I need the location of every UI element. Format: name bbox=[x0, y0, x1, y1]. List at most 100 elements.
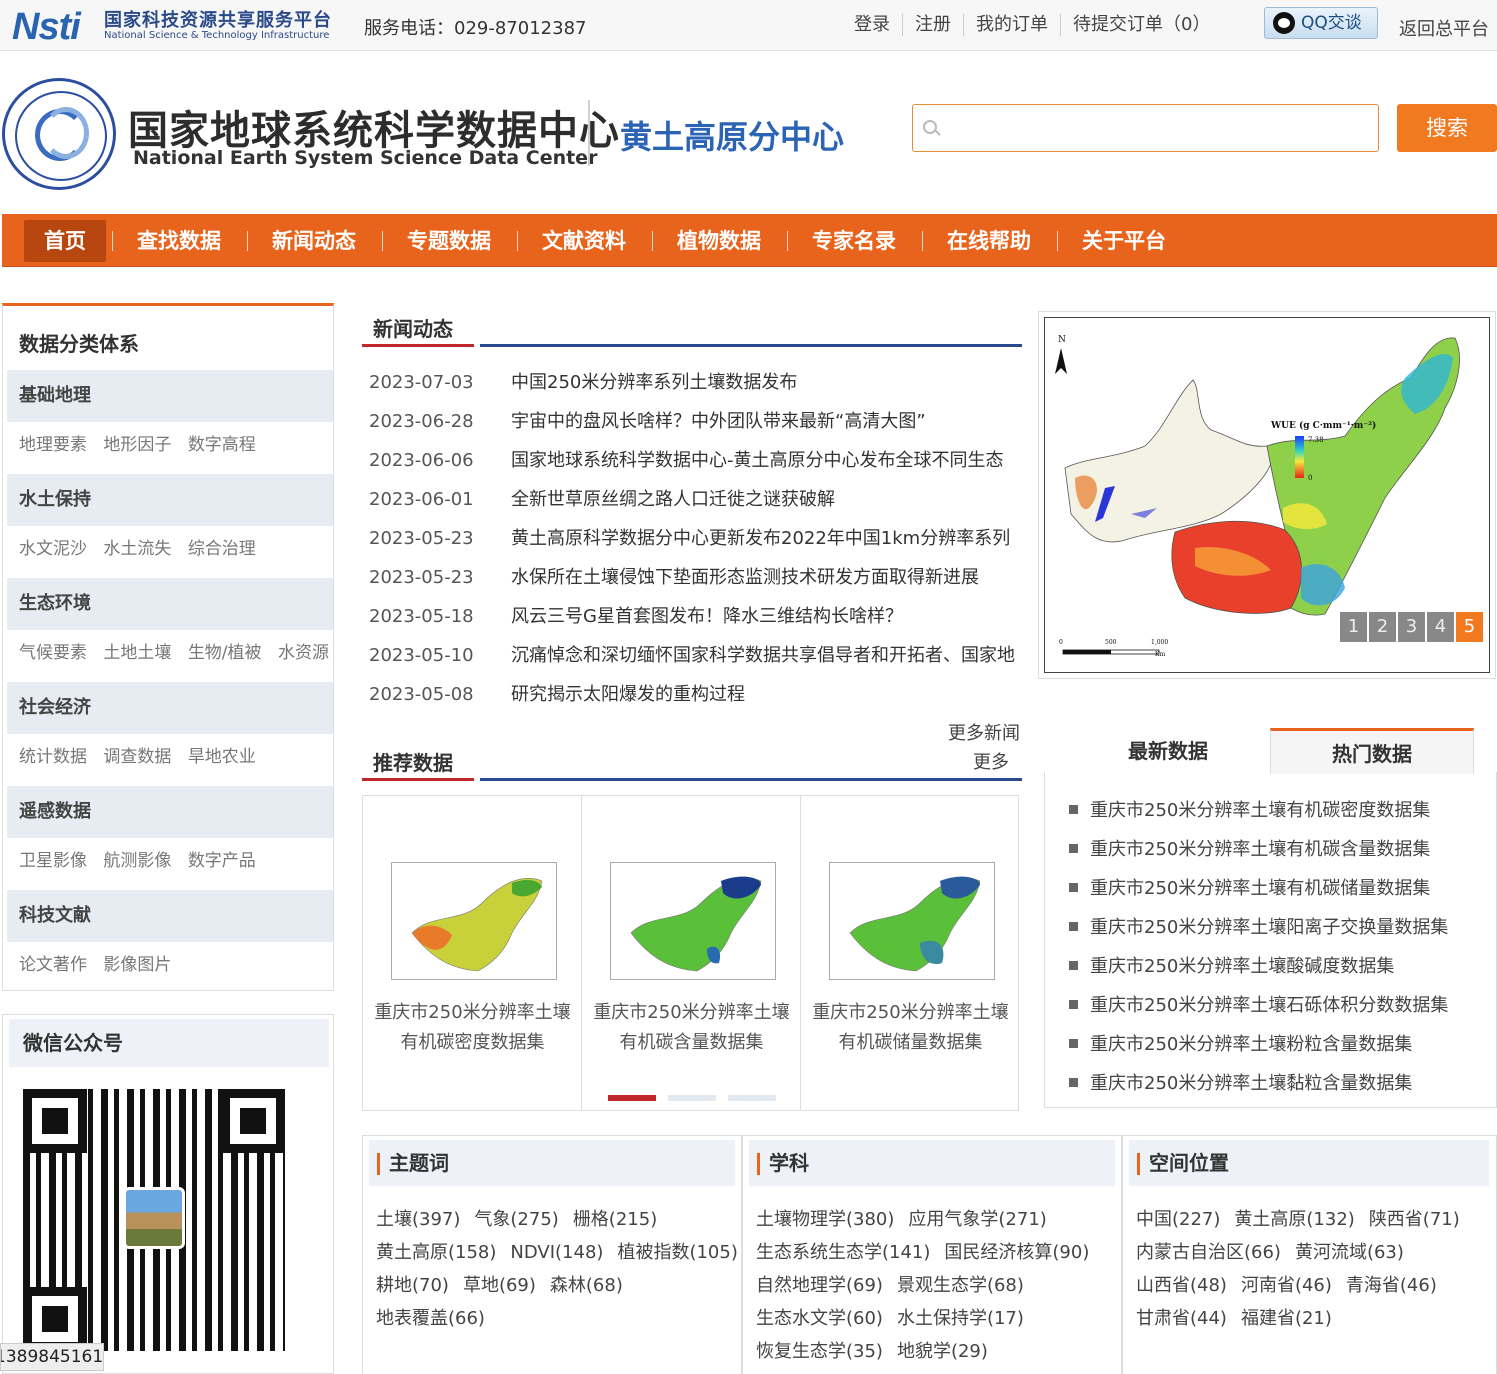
facet-tag[interactable]: 气象(275) bbox=[474, 1209, 558, 1230]
facet-tag[interactable]: 草地(69) bbox=[463, 1275, 536, 1296]
category-link[interactable]: 生物/植被 bbox=[188, 643, 262, 663]
login-link[interactable]: 登录 bbox=[842, 14, 902, 36]
pending-orders-link[interactable]: 待提交订单（0） bbox=[1060, 14, 1222, 36]
tab-latest-data[interactable]: 最新数据 bbox=[1066, 728, 1270, 774]
facet-tag[interactable]: 青海省(46) bbox=[1346, 1275, 1437, 1296]
news-item[interactable]: 2023-05-18 风云三号G星首套图发布！降水三维结构长啥样？ bbox=[369, 602, 903, 628]
search-input[interactable] bbox=[947, 113, 1367, 143]
hot-data-item[interactable]: 重庆市250米分辨率土壤酸碱度数据集 bbox=[1069, 952, 1394, 978]
category-link[interactable]: 综合治理 bbox=[188, 539, 256, 559]
nav-about[interactable]: 关于平台 bbox=[1082, 220, 1166, 262]
category-link[interactable]: 卫星影像 bbox=[19, 851, 87, 871]
carousel-page-3[interactable]: 3 bbox=[1398, 612, 1425, 642]
news-item[interactable]: 2023-06-01 全新世草原丝绸之路人口迁徙之谜获破解 bbox=[369, 485, 835, 511]
recommended-card[interactable]: 重庆市250米分辨率土壤 有机碳储量数据集 bbox=[801, 796, 1020, 1110]
category-ecology[interactable]: 生态环境 bbox=[7, 578, 333, 630]
hot-data-item[interactable]: 重庆市250米分辨率土壤有机碳含量数据集 bbox=[1069, 835, 1430, 861]
category-link[interactable]: 影像图片 bbox=[103, 955, 171, 975]
facet-tag[interactable]: 国民经济核算(90) bbox=[944, 1242, 1089, 1263]
facet-tag[interactable]: 恢复生态学(35) bbox=[756, 1341, 883, 1362]
facet-tag[interactable]: 中国(227) bbox=[1136, 1209, 1220, 1230]
news-item[interactable]: 2023-06-06 国家地球系统科学数据中心-黄土高原分中心发布全球不同生态 bbox=[369, 446, 1004, 472]
category-link[interactable]: 调查数据 bbox=[103, 747, 171, 767]
hot-data-item[interactable]: 重庆市250米分辨率土壤有机碳储量数据集 bbox=[1069, 874, 1430, 900]
more-news-link[interactable]: 更多新闻 bbox=[948, 719, 1020, 745]
facet-tag[interactable]: 河南省(46) bbox=[1241, 1275, 1332, 1296]
category-link[interactable]: 水土流失 bbox=[103, 539, 171, 559]
facet-tag[interactable]: 植被指数(105) bbox=[617, 1242, 737, 1263]
register-link[interactable]: 注册 bbox=[902, 14, 963, 36]
center-emblem-logo[interactable] bbox=[2, 78, 116, 190]
facet-tag[interactable]: 耕地(70) bbox=[376, 1275, 449, 1296]
facet-tag[interactable]: 生态系统生态学(141) bbox=[756, 1242, 930, 1263]
nav-home[interactable]: 首页 bbox=[24, 220, 106, 262]
news-item[interactable]: 2023-06-28 宇宙中的盘风长啥样？中外团队带来最新“高清大图” bbox=[369, 407, 926, 433]
facet-tag[interactable]: 生态水文学(60) bbox=[756, 1308, 883, 1329]
facet-tag[interactable]: 内蒙古自治区(66) bbox=[1136, 1242, 1281, 1263]
my-orders-link[interactable]: 我的订单 bbox=[963, 14, 1060, 36]
news-item[interactable]: 2023-05-10 沉痛悼念和深切缅怀国家科学数据共享倡导者和开拓者、国家地 bbox=[369, 641, 1015, 667]
category-link[interactable]: 数字高程 bbox=[188, 435, 256, 455]
category-link[interactable]: 论文著作 bbox=[19, 955, 87, 975]
facet-tag[interactable]: 栅格(215) bbox=[573, 1209, 657, 1230]
recommended-card[interactable]: 重庆市250米分辨率土壤 有机碳密度数据集 bbox=[363, 796, 582, 1110]
news-item[interactable]: 2023-05-23 黄土高原科学数据分中心更新发布2022年中国1km分辨率系列 bbox=[369, 524, 1010, 550]
category-basic-geography[interactable]: 基础地理 bbox=[7, 370, 333, 422]
facet-tag[interactable]: 山西省(48) bbox=[1136, 1275, 1227, 1296]
qq-chat-button[interactable]: QQ交谈 bbox=[1264, 7, 1378, 39]
carousel-dot[interactable] bbox=[608, 1095, 656, 1101]
category-socio-economy[interactable]: 社会经济 bbox=[7, 682, 333, 734]
tab-hot-data[interactable]: 热门数据 bbox=[1270, 728, 1474, 774]
category-link[interactable]: 航测影像 bbox=[103, 851, 171, 871]
news-item[interactable]: 2023-05-08 研究揭示太阳爆发的重构过程 bbox=[369, 680, 745, 706]
facet-tag[interactable]: 福建省(21) bbox=[1241, 1308, 1332, 1329]
nav-plant-data[interactable]: 植物数据 bbox=[677, 220, 761, 262]
nav-news[interactable]: 新闻动态 bbox=[272, 220, 356, 262]
hot-data-item[interactable]: 重庆市250米分辨率土壤粉粒含量数据集 bbox=[1069, 1030, 1412, 1056]
nav-thematic-data[interactable]: 专题数据 bbox=[407, 220, 491, 262]
news-item[interactable]: 2023-07-03 中国250米分辨率系列土壤数据发布 bbox=[369, 368, 797, 394]
carousel-page-4[interactable]: 4 bbox=[1427, 612, 1454, 642]
recommended-more-link[interactable]: 更多 bbox=[973, 748, 1009, 774]
category-link[interactable]: 数字产品 bbox=[188, 851, 256, 871]
news-item[interactable]: 2023-05-23 水保所在土壤侵蚀下垫面形态监测技术研发方面取得新进展 bbox=[369, 563, 979, 589]
facet-tag[interactable]: 陕西省(71) bbox=[1369, 1209, 1460, 1230]
back-to-main-platform-link[interactable]: 返回总平台 bbox=[1399, 15, 1489, 41]
facet-tag[interactable]: 黄土高原(132) bbox=[1234, 1209, 1354, 1230]
facet-tag[interactable]: 黄河流域(63) bbox=[1295, 1242, 1404, 1263]
carousel-page-2[interactable]: 2 bbox=[1369, 612, 1396, 642]
nav-help[interactable]: 在线帮助 bbox=[947, 220, 1031, 262]
category-link[interactable]: 气候要素 bbox=[19, 643, 87, 663]
category-link[interactable]: 旱地农业 bbox=[188, 747, 256, 767]
category-literature[interactable]: 科技文献 bbox=[7, 890, 333, 942]
category-remote-sensing[interactable]: 遥感数据 bbox=[7, 786, 333, 838]
facet-tag[interactable]: 地表覆盖(66) bbox=[376, 1308, 485, 1329]
carousel-page-5[interactable]: 5 bbox=[1456, 612, 1483, 642]
category-link[interactable]: 水文泥沙 bbox=[19, 539, 87, 559]
category-link[interactable]: 水资源 bbox=[278, 643, 329, 663]
hot-data-item[interactable]: 重庆市250米分辨率土壤阳离子交换量数据集 bbox=[1069, 913, 1448, 939]
nav-literature[interactable]: 文献资料 bbox=[542, 220, 626, 262]
facet-tag[interactable]: 森林(68) bbox=[550, 1275, 623, 1296]
hot-data-item[interactable]: 重庆市250米分辨率土壤石砾体积分数数据集 bbox=[1069, 991, 1448, 1017]
news-section-title[interactable]: 新闻动态 bbox=[373, 313, 453, 342]
search-button[interactable]: 搜索 bbox=[1397, 104, 1497, 152]
hot-data-item[interactable]: 重庆市250米分辨率土壤有机碳密度数据集 bbox=[1069, 796, 1430, 822]
facet-tag[interactable]: 土壤物理学(380) bbox=[756, 1209, 894, 1230]
facet-tag[interactable]: 甘肃省(44) bbox=[1136, 1308, 1227, 1329]
nav-experts[interactable]: 专家名录 bbox=[812, 220, 896, 262]
recommended-section-title[interactable]: 推荐数据 bbox=[373, 747, 453, 776]
facet-tag[interactable]: 土壤(397) bbox=[376, 1209, 460, 1230]
facet-tag[interactable]: 应用气象学(271) bbox=[908, 1209, 1046, 1230]
carousel-dot[interactable] bbox=[728, 1095, 776, 1101]
facet-tag[interactable]: 地貌学(29) bbox=[897, 1341, 988, 1362]
facet-tag[interactable]: 水土保持学(17) bbox=[897, 1308, 1024, 1329]
category-link[interactable]: 地理要素 bbox=[19, 435, 87, 455]
carousel-dot[interactable] bbox=[668, 1095, 716, 1101]
facet-tag[interactable]: NDVI(148) bbox=[510, 1242, 603, 1263]
carousel-page-1[interactable]: 1 bbox=[1340, 612, 1367, 642]
nsti-logo[interactable]: Nsti 国家科技资源共享服务平台 National Science & Tec… bbox=[10, 4, 350, 48]
category-link[interactable]: 土地土壤 bbox=[103, 643, 171, 663]
facet-tag[interactable]: 黄土高原(158) bbox=[376, 1242, 496, 1263]
hot-data-item[interactable]: 重庆市250米分辨率土壤黏粒含量数据集 bbox=[1069, 1069, 1412, 1095]
